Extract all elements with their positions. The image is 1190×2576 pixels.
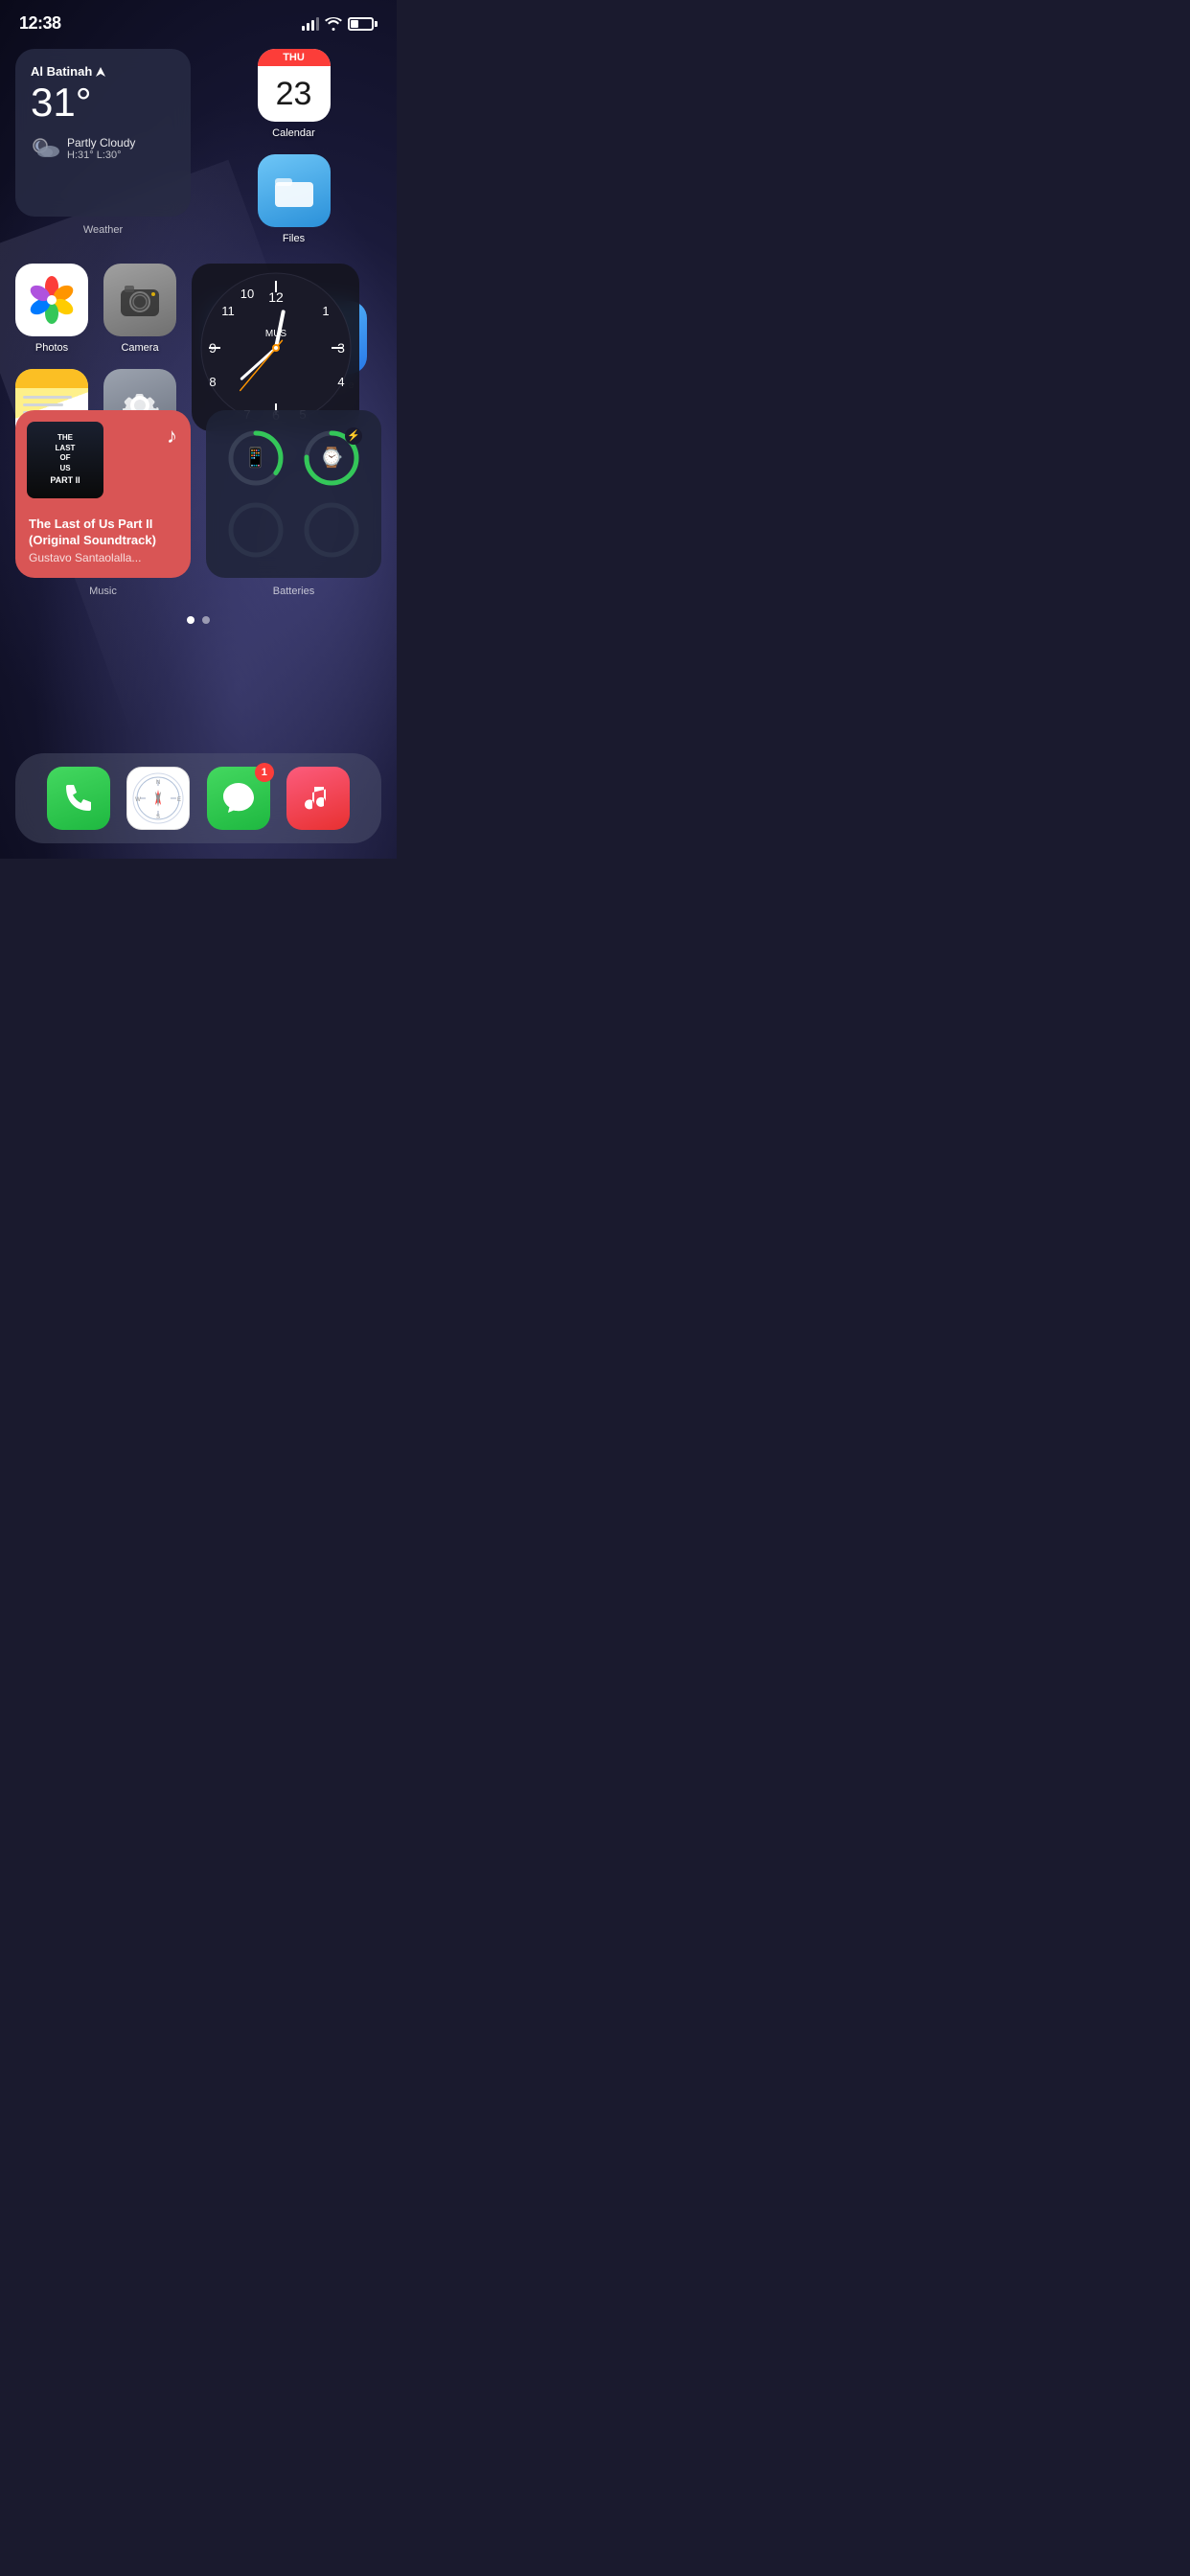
photos-icon	[15, 264, 88, 336]
svg-text:11: 11	[221, 304, 235, 318]
status-icons	[302, 17, 378, 31]
calendar-icon: THU 23	[258, 49, 331, 122]
files-icon	[258, 154, 331, 227]
right-col-1: THU 23 Calendar Files	[206, 49, 381, 244]
wifi-icon	[325, 17, 342, 31]
music-artist: Gustavo Santaolalla...	[29, 551, 177, 564]
files-app[interactable]: Files	[206, 154, 381, 244]
clock-face: 12 3 6 9 1 4 5 7 8 11 10 MUS	[199, 271, 353, 425]
camera-label: Camera	[121, 342, 158, 354]
svg-text:12: 12	[268, 289, 284, 305]
safari-dock-icon[interactable]: N S E W	[126, 767, 190, 830]
music-widget: THE LAST OF US PART II ♪ The Last of Us …	[15, 410, 191, 578]
music-widget-container[interactable]: THE LAST OF US PART II ♪ The Last of Us …	[15, 410, 191, 597]
svg-text:S: S	[156, 815, 160, 820]
weather-desc: Partly Cloudy H:31° L:30°	[67, 136, 135, 161]
music-label: Music	[15, 586, 191, 597]
music-title: The Last of Us Part II(Original Soundtra…	[29, 517, 177, 549]
status-bar: 12:38	[0, 0, 397, 41]
page-indicators	[15, 616, 381, 624]
dock: N S E W 1	[15, 753, 381, 843]
svg-text:3: 3	[337, 340, 345, 356]
batteries-label: Batteries	[206, 586, 381, 597]
clock-widget: 12 3 6 9 1 4 5 7 8 11 10 MUS	[192, 264, 359, 431]
weather-label: Weather	[15, 224, 191, 236]
messages-badge: 1	[255, 763, 274, 782]
svg-text:9: 9	[209, 340, 217, 356]
phone-icon	[47, 767, 110, 830]
music-dock-icon[interactable]	[286, 767, 350, 830]
home-screen: Al Batinah 31° Partly Cloudy H:31° L:30°	[0, 41, 397, 647]
batteries-widget: 📱 ⌚ ⚡	[206, 410, 381, 578]
music-album-art: THE LAST OF US PART II	[27, 422, 103, 498]
partly-cloudy-icon	[31, 136, 61, 161]
camera-icon	[103, 264, 176, 336]
svg-text:1: 1	[322, 304, 329, 318]
svg-text:8: 8	[209, 375, 216, 389]
weather-condition-row: Partly Cloudy H:31° L:30°	[31, 136, 175, 161]
batteries-widget-container[interactable]: 📱 ⌚ ⚡	[206, 410, 381, 597]
svg-text:W: W	[135, 797, 141, 803]
svg-text:N: N	[156, 780, 160, 786]
weather-widget[interactable]: Al Batinah 31° Partly Cloudy H:31° L:30°	[15, 49, 191, 244]
music-icon	[286, 767, 350, 830]
music-info: The Last of Us Part II(Original Soundtra…	[29, 517, 177, 564]
photos-app[interactable]: Photos	[15, 264, 88, 354]
calendar-app[interactable]: THU 23 Calendar	[206, 49, 381, 139]
page-dot-1[interactable]	[187, 616, 195, 624]
watch-battery: ⌚ ⚡	[298, 426, 367, 491]
photos-label: Photos	[35, 342, 68, 354]
status-time: 12:38	[19, 13, 61, 34]
charging-icon: ⚡	[345, 427, 362, 445]
svg-text:E: E	[177, 797, 181, 803]
safari-icon: N S E W	[126, 767, 190, 830]
weather-temp: 31°	[31, 80, 175, 125]
svg-text:10: 10	[240, 287, 253, 301]
phone-dock-icon[interactable]	[47, 767, 110, 830]
weather-location: Al Batinah	[31, 64, 175, 79]
music-note-icon: ♪	[167, 424, 177, 448]
empty-battery-3	[221, 498, 290, 564]
files-label: Files	[283, 233, 305, 244]
messages-dock-icon[interactable]: 1	[207, 767, 270, 830]
iphone-battery: 📱	[221, 426, 290, 491]
signal-icon	[302, 17, 319, 31]
empty-battery-4	[298, 498, 367, 564]
camera-app[interactable]: Camera	[103, 264, 176, 354]
battery-icon	[348, 17, 378, 31]
page-dot-2[interactable]	[202, 616, 210, 624]
row-1: Al Batinah 31° Partly Cloudy H:31° L:30°	[15, 49, 381, 244]
calendar-label: Calendar	[272, 127, 315, 139]
svg-text:4: 4	[337, 375, 344, 389]
